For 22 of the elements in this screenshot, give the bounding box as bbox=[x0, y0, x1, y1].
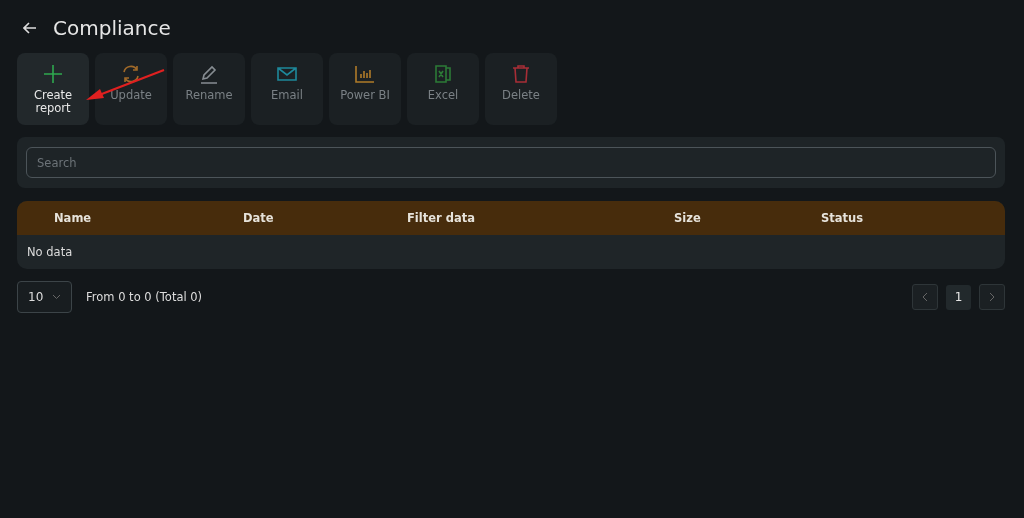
page-title: Compliance bbox=[53, 16, 171, 40]
page-size-select[interactable]: 10 bbox=[17, 281, 72, 313]
plus-icon bbox=[42, 63, 64, 85]
refresh-icon bbox=[120, 63, 142, 85]
pencil-icon bbox=[198, 63, 220, 85]
pagination-summary: From 0 to 0 (Total 0) bbox=[86, 290, 203, 304]
chevron-down-icon bbox=[52, 294, 61, 300]
search-field[interactable]: Search bbox=[26, 147, 996, 178]
bar-chart-icon bbox=[354, 63, 376, 85]
column-header: Status bbox=[821, 211, 865, 225]
column-header: Size bbox=[674, 211, 702, 225]
column-header: Filter data bbox=[407, 211, 476, 225]
page-button[interactable]: 1 bbox=[946, 284, 971, 310]
spreadsheet-icon bbox=[432, 63, 454, 85]
chevron-left-icon bbox=[922, 292, 928, 302]
trash-icon bbox=[510, 63, 532, 85]
toolbar-button[interactable]: Create report bbox=[17, 53, 89, 125]
chevron-right-icon bbox=[989, 292, 995, 302]
back-arrow-icon bbox=[23, 22, 37, 34]
empty-message: No data bbox=[27, 245, 73, 259]
column-header: Date bbox=[243, 211, 275, 225]
column-header: Name bbox=[54, 211, 93, 225]
